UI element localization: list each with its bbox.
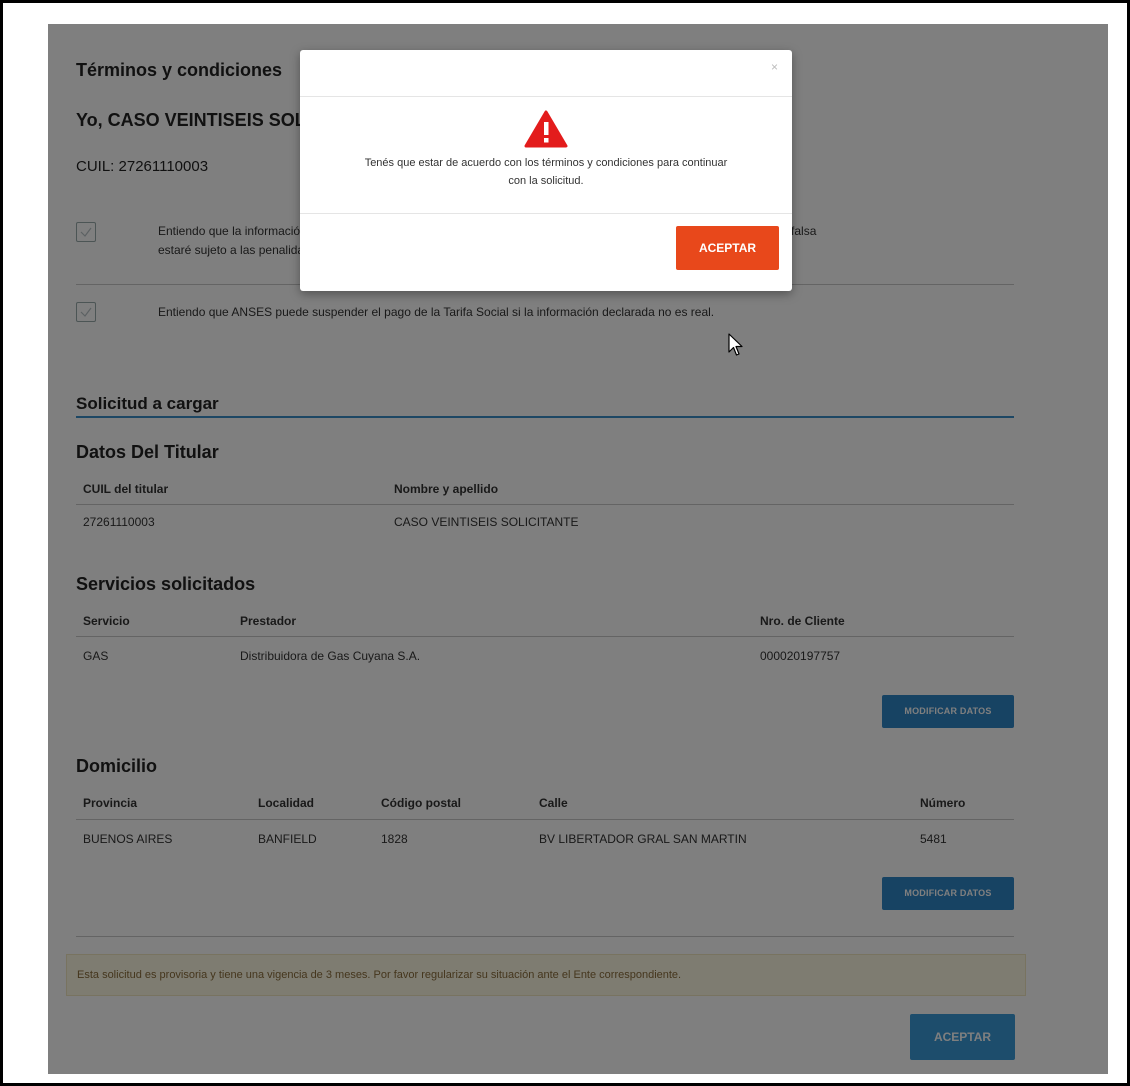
modal-message: Tenés que estar de acuerdo con los térmi… <box>310 154 782 190</box>
warning-triangle-icon <box>524 110 568 148</box>
modal-accept-button[interactable]: ACEPTAR <box>676 226 779 270</box>
modal-header-divider <box>300 96 792 97</box>
modal-message-line2: con la solicitud. <box>508 175 584 187</box>
mouse-cursor-icon <box>728 333 743 356</box>
close-icon[interactable]: × <box>771 60 778 74</box>
modal-message-line1: Tenés que estar de acuerdo con los térmi… <box>364 157 728 169</box>
modal-footer-divider <box>300 213 792 214</box>
warning-modal: × Tenés que estar de acuerdo con los tér… <box>300 50 792 291</box>
